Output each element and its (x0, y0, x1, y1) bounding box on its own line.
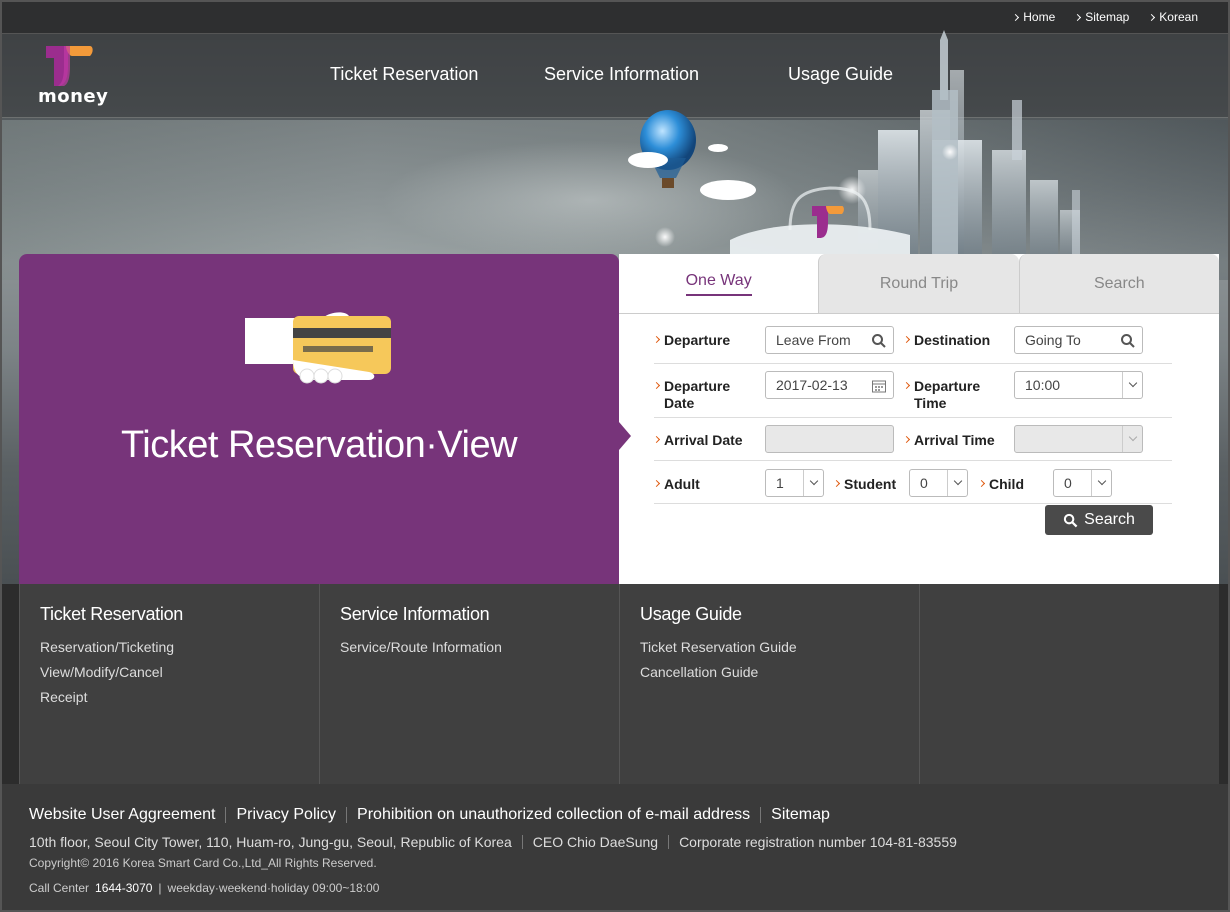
menu-col-service-information: Service Information Service/Route Inform… (319, 584, 619, 784)
arrival-time-label: Arrival Time (904, 432, 995, 449)
trip-tabs: One Way Round Trip Search (619, 254, 1219, 314)
departure-input[interactable]: Leave From (765, 326, 894, 354)
student-select[interactable]: 0 (909, 469, 968, 497)
menu-heading: Ticket Reservation (40, 604, 183, 624)
chevron-right-icon (1148, 13, 1156, 21)
chevron-right-icon (1012, 13, 1020, 21)
footer-link-sitemap[interactable]: Sitemap (771, 806, 830, 824)
ceo: CEO Chio DaeSung (532, 834, 659, 850)
call-center-number: 1644-3070 (95, 881, 153, 895)
corp-registration: Corporate registration number 104-81-835… (679, 834, 957, 850)
city-illustration (628, 30, 1080, 260)
hero-panel: Ticket Reservation·View (19, 254, 631, 584)
hero-title: Ticket Reservation·View (120, 424, 518, 466)
footer-links: Website User Aggreement Privacy Policy P… (29, 806, 830, 824)
destination-input[interactable]: Going To (1014, 326, 1143, 354)
footer-link-user-agreement[interactable]: Website User Aggreement (29, 806, 215, 824)
menu-col-empty (919, 584, 1219, 784)
tmoney-logo[interactable]: money (38, 44, 110, 108)
call-center-hours: weekday·weekend·holiday 09:00~18:00 (167, 881, 380, 895)
menu-link-reservation-ticketing[interactable]: Reservation/Ticketing (40, 635, 299, 660)
search-icon[interactable] (871, 333, 887, 349)
adult-select[interactable]: 1 (765, 469, 824, 497)
call-center: Call Center 1644-3070 | weekday·weekend·… (29, 881, 380, 895)
row-passengers: Adult 1 Student 0 Child 0 (654, 461, 1172, 504)
adult-label: Adult (654, 476, 700, 493)
chevron-down-icon (947, 470, 967, 496)
tab-search[interactable]: Search (1018, 254, 1219, 313)
chevron-down-icon (1122, 426, 1142, 452)
arrival-date-input (765, 425, 894, 453)
departure-date-input[interactable]: 2017-02-13 (765, 371, 894, 399)
search-button[interactable]: Search (1045, 505, 1153, 535)
nav-ticket-reservation[interactable]: Ticket Reservation (330, 64, 544, 85)
logo-mark-icon (46, 46, 93, 86)
site-menu: Ticket Reservation Reservation/Ticketing… (19, 584, 1219, 784)
search-icon[interactable] (1120, 333, 1136, 349)
panel-pointer (619, 422, 631, 450)
calendar-icon[interactable] (871, 378, 887, 394)
footer-link-email-policy[interactable]: Prohibition on unauthorized collection o… (357, 806, 750, 824)
row-departure-destination: Departure Leave From Destination Going T… (654, 314, 1172, 364)
menu-heading: Service Information (340, 604, 490, 624)
child-label: Child (979, 476, 1024, 493)
chevron-down-icon (1091, 470, 1111, 496)
row-departure-date-time: Departure Date 2017-02-13 Departure Time… (654, 364, 1172, 418)
menu-link-receipt[interactable]: Receipt (40, 685, 299, 710)
chevron-right-icon (1074, 13, 1082, 21)
menu-col-ticket-reservation: Ticket Reservation Reservation/Ticketing… (19, 584, 319, 784)
row-arrival: Arrival Date Arrival Time (654, 418, 1172, 461)
arrival-date-label: Arrival Date (654, 432, 743, 449)
departure-date-label: Departure Date (654, 378, 744, 412)
footer-link-privacy-policy[interactable]: Privacy Policy (236, 806, 336, 824)
menu-link-view-modify-cancel[interactable]: View/Modify/Cancel (40, 660, 299, 685)
company-info: 10th floor, Seoul City Tower, 110, Huam-… (29, 834, 957, 850)
departure-time-label: Departure Time (904, 378, 994, 412)
address: 10th floor, Seoul City Tower, 110, Huam-… (29, 834, 512, 850)
menu-heading: Usage Guide (640, 604, 742, 624)
footer: Website User Aggreement Privacy Policy P… (2, 784, 1228, 910)
child-select[interactable]: 0 (1053, 469, 1112, 497)
student-label: Student (834, 476, 896, 493)
menu-col-usage-guide: Usage Guide Ticket Reservation Guide Can… (619, 584, 919, 784)
tab-one-way[interactable]: One Way (619, 254, 819, 313)
tab-round-trip[interactable]: Round Trip (818, 254, 1019, 313)
departure-label: Departure (654, 332, 730, 349)
logo-text: money (38, 86, 109, 107)
destination-label: Destination (904, 332, 990, 349)
menu-link-cancellation-guide[interactable]: Cancellation Guide (640, 660, 899, 685)
departure-time-select[interactable]: 10:00 (1014, 371, 1143, 399)
arrival-time-select (1014, 425, 1143, 453)
card-payment-icon (245, 312, 391, 384)
reservation-form: One Way Round Trip Search Departure Leav… (619, 254, 1219, 584)
chevron-down-icon (803, 470, 823, 496)
chevron-down-icon (1122, 372, 1142, 398)
util-link-home[interactable]: Home (1012, 10, 1055, 24)
util-link-korean[interactable]: Korean (1148, 10, 1198, 24)
menu-link-service-route[interactable]: Service/Route Information (340, 635, 599, 660)
copyright: Copyright© 2016 Korea Smart Card Co.,Ltd… (29, 856, 377, 870)
search-icon (1063, 513, 1078, 527)
menu-link-reservation-guide[interactable]: Ticket Reservation Guide (640, 635, 899, 660)
util-link-sitemap[interactable]: Sitemap (1074, 10, 1129, 24)
